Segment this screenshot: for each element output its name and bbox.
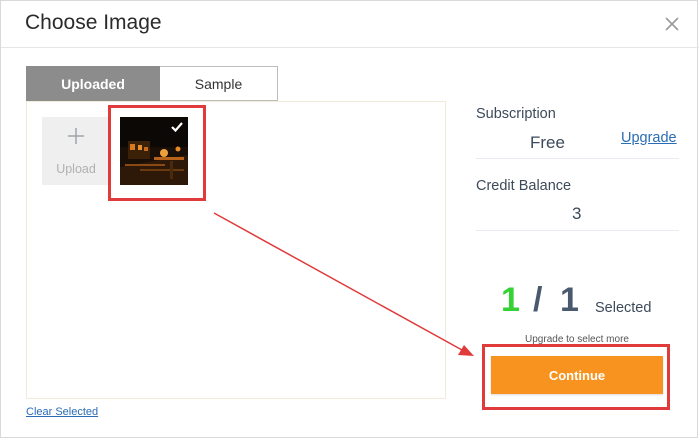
dialog-header: Choose Image (1, 1, 699, 48)
divider (476, 230, 679, 231)
checkmark-icon (171, 122, 183, 133)
choose-image-dialog: Choose Image Uploaded Sample Upload Clea… (0, 0, 699, 438)
image-source-tabs: Uploaded Sample (26, 66, 278, 101)
selected-label: Selected (595, 300, 652, 316)
tab-uploaded[interactable]: Uploaded (26, 66, 160, 101)
upload-button[interactable]: Upload (42, 117, 110, 185)
upload-label: Upload (56, 162, 96, 176)
continue-button[interactable]: Continue (491, 356, 663, 394)
credit-balance-label: Credit Balance (476, 178, 572, 194)
max-count: 1 (560, 281, 579, 319)
close-icon[interactable] (663, 15, 681, 33)
tab-sample[interactable]: Sample (160, 66, 278, 101)
plus-icon (68, 128, 84, 144)
clear-selected-link[interactable]: Clear Selected (26, 406, 98, 418)
count-separator: / (533, 281, 543, 319)
upgrade-note: Upgrade to select more (525, 334, 629, 345)
dialog-title: Choose Image (25, 11, 162, 34)
upgrade-link[interactable]: Upgrade (621, 130, 677, 146)
image-gallery: Upload (26, 101, 446, 399)
selected-count: 1 (501, 281, 520, 319)
subscription-value: Free (530, 133, 565, 152)
divider (476, 158, 679, 159)
subscription-label: Subscription (476, 106, 556, 122)
credit-balance-value: 3 (572, 204, 582, 223)
